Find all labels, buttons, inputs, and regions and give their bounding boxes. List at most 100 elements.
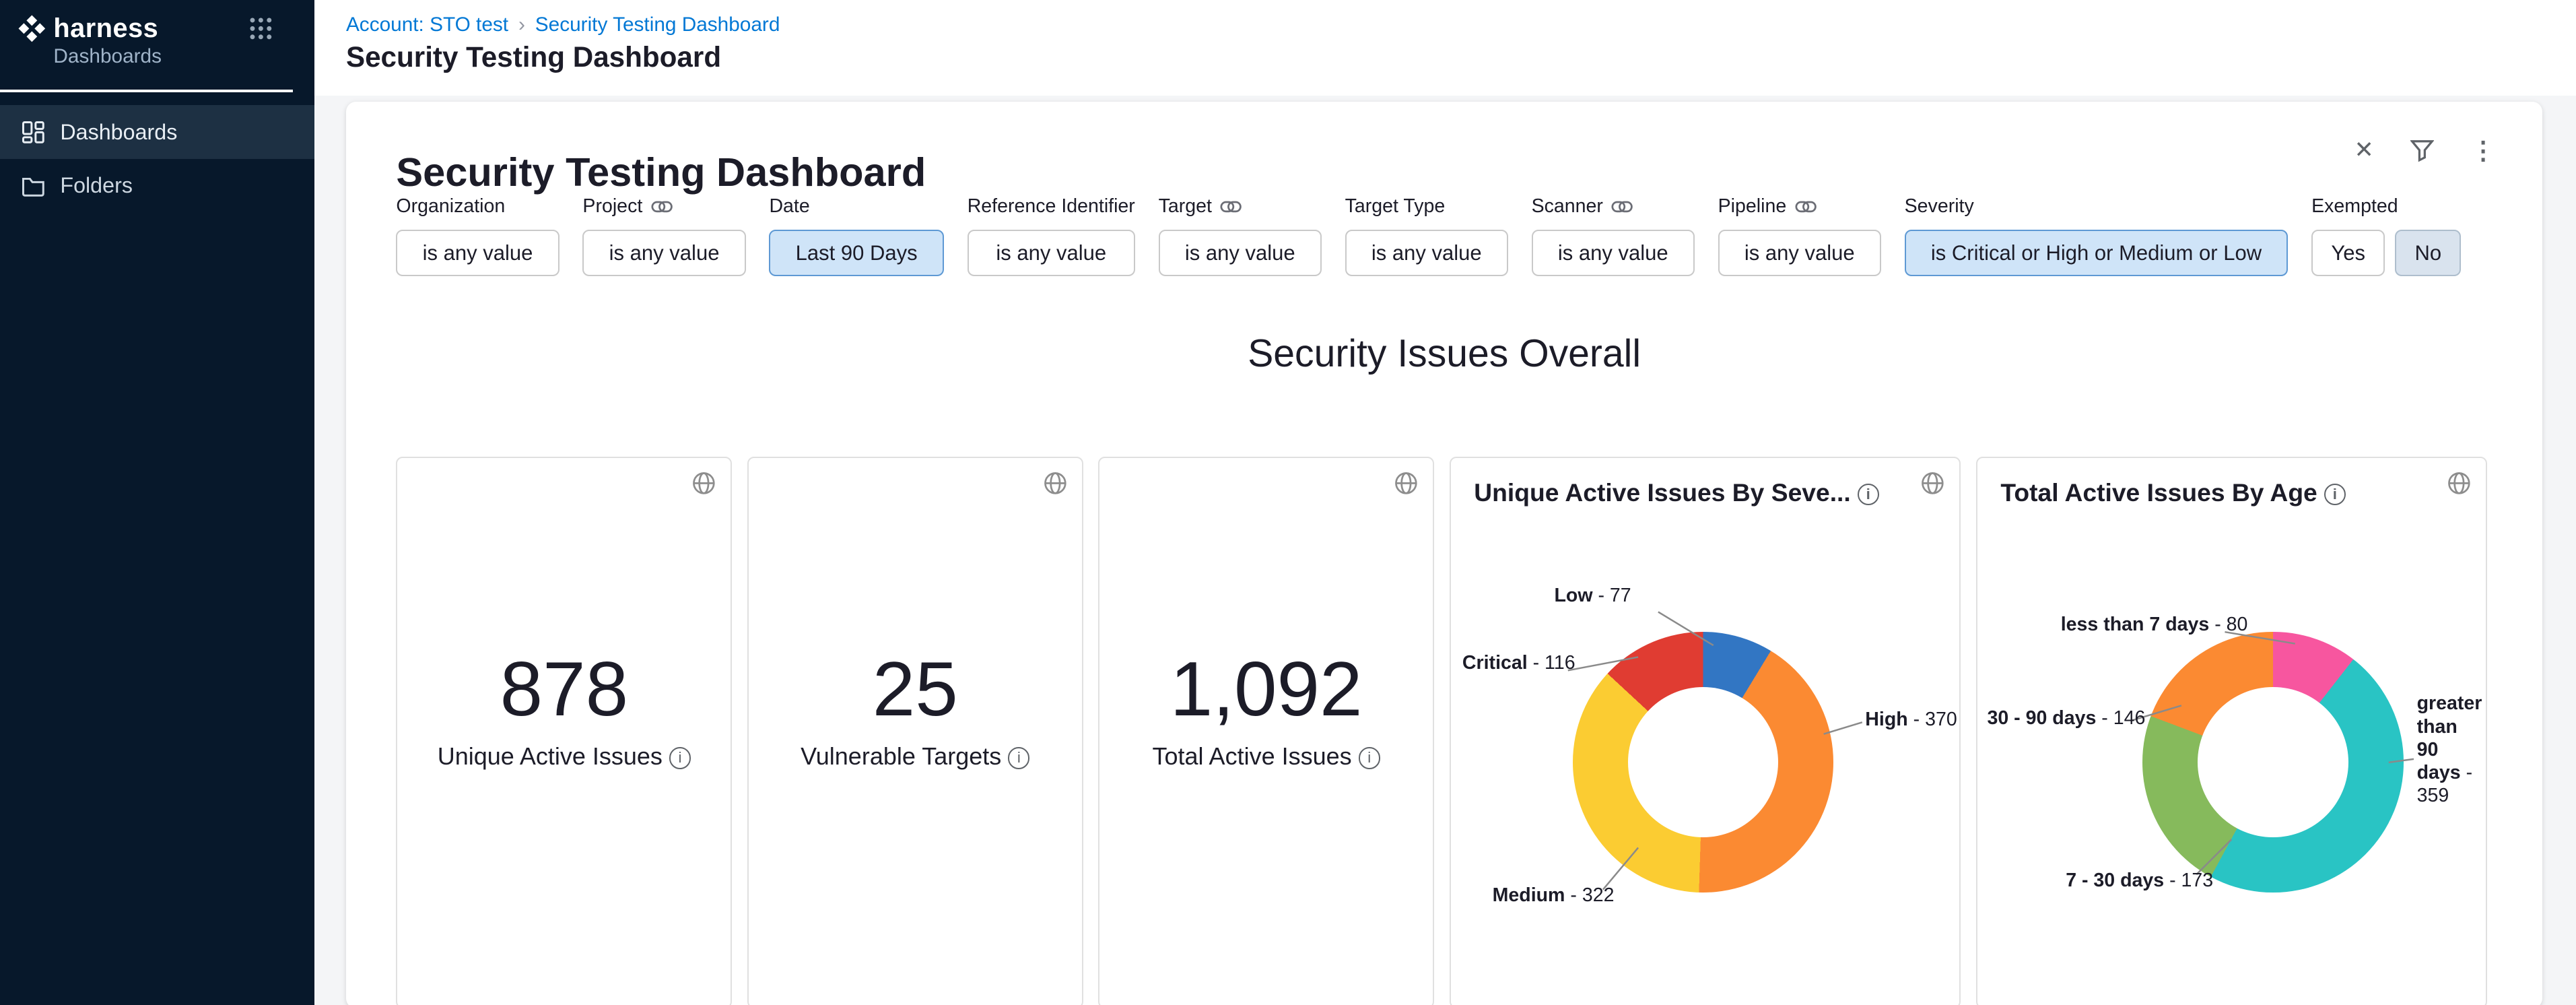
- filter-reference-identifier-value[interactable]: is any value: [968, 230, 1135, 277]
- filter-icon: [2410, 139, 2434, 162]
- filter-target: Target is any value: [1159, 195, 1322, 276]
- close-icon: ✕: [2354, 139, 2373, 162]
- harness-logo-icon: [17, 13, 47, 44]
- app-window: harness Dashboards Da: [0, 0, 2576, 1005]
- filter-scanner-value[interactable]: is any value: [1532, 230, 1695, 277]
- sidebar-item-label: Dashboards: [60, 120, 177, 145]
- module-label[interactable]: Dashboards: [53, 45, 275, 68]
- filter-target-type: Target Type is any value: [1345, 195, 1508, 276]
- age-donut-chart[interactable]: [2142, 632, 2403, 893]
- callout-critical: Critical - 116: [1462, 652, 1575, 674]
- stat-label: Vulnerable Targets: [801, 742, 1001, 770]
- link-icon: [651, 200, 673, 214]
- chart-title: Total Active Issues By Age: [2000, 478, 2317, 507]
- filter-label: Organization: [396, 195, 505, 218]
- sidebar: harness Dashboards Da: [0, 0, 314, 1005]
- filter-project: Project is any value: [582, 195, 745, 276]
- filter-exempted-yes[interactable]: Yes: [2311, 230, 2385, 277]
- filter-bar: Organization is any value Project is any…: [396, 195, 2461, 276]
- filter-label: Exempted: [2311, 195, 2398, 218]
- stat-value: 1,092: [1099, 645, 1433, 734]
- topbar: Account: STO test › Security Testing Das…: [314, 0, 2576, 96]
- stat-card-vulnerable-targets: 25 Vulnerable Targets i: [747, 457, 1083, 1005]
- stat-card-total-active-issues: 1,092 Total Active Issues i: [1098, 457, 1434, 1005]
- breadcrumb: Account: STO test › Security Testing Das…: [346, 13, 2576, 36]
- info-icon[interactable]: i: [669, 747, 691, 769]
- stat-card-unique-active-issues: 878 Unique Active Issues i: [396, 457, 732, 1005]
- donut-hole: [1628, 687, 1778, 837]
- filter-target-type-value[interactable]: is any value: [1345, 230, 1508, 277]
- explore-button[interactable]: [1044, 472, 1067, 501]
- globe-icon: [1394, 472, 1418, 495]
- filter-exempted-no[interactable]: No: [2395, 230, 2461, 277]
- page-title: Security Testing Dashboard: [346, 41, 2576, 73]
- apps-grid-icon[interactable]: [249, 17, 273, 40]
- main-content: Security Testing Dashboard ✕ ⋮ Organizat…: [314, 96, 2576, 1005]
- more-menu-button[interactable]: ⋮: [2471, 139, 2496, 162]
- info-icon[interactable]: i: [1008, 747, 1029, 769]
- close-button[interactable]: ✕: [2354, 139, 2373, 162]
- filter-target-value[interactable]: is any value: [1159, 230, 1322, 277]
- globe-icon: [1921, 472, 1944, 495]
- callout-greater-than-90-days: greater than 90 days - 359: [2417, 692, 2480, 807]
- sidebar-header: harness Dashboards: [0, 0, 293, 92]
- info-icon[interactable]: i: [1359, 747, 1380, 769]
- severity-donut-chart[interactable]: [1573, 632, 1833, 893]
- chart-card-issues-by-age: Total Active Issues By Age i less than 7 …: [1976, 457, 2488, 1005]
- globe-icon: [692, 472, 716, 495]
- panel-toolbar: ✕ ⋮: [2354, 139, 2495, 162]
- filter-button[interactable]: [2410, 139, 2434, 162]
- filter-label: Pipeline: [1718, 195, 1787, 218]
- filter-severity: Severity is Critical or High or Medium o…: [1905, 195, 2289, 276]
- filter-date-value[interactable]: Last 90 Days: [769, 230, 944, 277]
- filter-label: Severity: [1905, 195, 1974, 218]
- info-icon[interactable]: i: [2324, 484, 2346, 505]
- stat-label: Total Active Issues: [1153, 742, 1352, 770]
- filter-scanner: Scanner is any value: [1532, 195, 1695, 276]
- filter-label: Target Type: [1345, 195, 1446, 218]
- info-icon[interactable]: i: [1858, 484, 1879, 505]
- breadcrumb-account-link[interactable]: Account: STO test: [346, 13, 508, 36]
- cards-row: 878 Unique Active Issues i 25 Vulnerable …: [396, 457, 2487, 1005]
- filter-label: Reference Identifier: [968, 195, 1135, 218]
- explore-button[interactable]: [1394, 472, 1418, 501]
- sidebar-item-label: Folders: [60, 173, 133, 198]
- stat-value: 878: [397, 645, 731, 734]
- filter-project-value[interactable]: is any value: [582, 230, 745, 277]
- filter-severity-value[interactable]: is Critical or High or Medium or Low: [1905, 230, 2289, 277]
- callout-low: Low - 77: [1554, 585, 1631, 607]
- breadcrumb-current-link[interactable]: Security Testing Dashboard: [535, 13, 780, 36]
- dashboard-panel: Security Testing Dashboard ✕ ⋮ Organizat…: [346, 102, 2542, 1005]
- breadcrumb-separator: ›: [518, 13, 525, 36]
- chart-card-issues-by-severity: Unique Active Issues By Seve...i Low - 7…: [1450, 457, 1961, 1005]
- explore-button[interactable]: [2447, 472, 2471, 501]
- callout-high: High - 370: [1865, 709, 1957, 731]
- filter-date: Date Last 90 Days: [769, 195, 944, 276]
- filter-reference-identifier: Reference Identifier is any value: [968, 195, 1135, 276]
- globe-icon: [2447, 472, 2471, 495]
- stat-label: Unique Active Issues: [438, 742, 663, 770]
- section-title: Security Issues Overall: [346, 331, 2542, 376]
- filter-label: Target: [1159, 195, 1212, 218]
- filter-pipeline: Pipeline is any value: [1718, 195, 1881, 276]
- sidebar-item-dashboards[interactable]: Dashboards: [0, 105, 314, 158]
- callout-medium: Medium - 322: [1493, 884, 1615, 907]
- filter-exempted: Exempted Yes No: [2311, 195, 2461, 276]
- callout-less-than-7-days: less than 7 days - 80: [2061, 614, 2248, 636]
- link-icon: [1611, 200, 1633, 214]
- dashboards-icon: [22, 121, 45, 144]
- link-icon: [1795, 200, 1817, 214]
- link-icon: [1220, 200, 1242, 214]
- donut-hole: [2198, 687, 2348, 837]
- folder-icon: [22, 174, 45, 197]
- callout-30-90-days: 30 - 90 days - 146: [1988, 707, 2146, 730]
- filter-pipeline-value[interactable]: is any value: [1718, 230, 1881, 277]
- sidebar-item-folders[interactable]: Folders: [0, 159, 314, 212]
- stat-value: 25: [749, 645, 1082, 734]
- explore-button[interactable]: [692, 472, 716, 501]
- filter-label: Project: [582, 195, 642, 218]
- kebab-icon: ⋮: [2471, 139, 2496, 162]
- filter-organization-value[interactable]: is any value: [396, 230, 559, 277]
- explore-button[interactable]: [1921, 472, 1944, 501]
- filter-organization: Organization is any value: [396, 195, 559, 276]
